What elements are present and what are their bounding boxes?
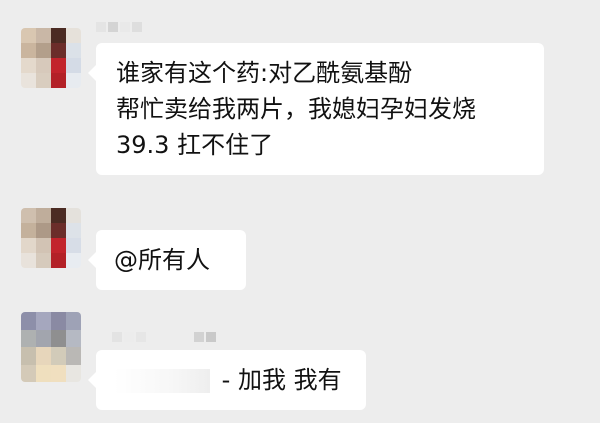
message-line: 39.3 扛不住了 xyxy=(116,131,274,159)
avatar[interactable] xyxy=(21,28,81,88)
message-line: @所有人 xyxy=(114,246,210,274)
sender-name-mask xyxy=(112,330,216,344)
avatar[interactable] xyxy=(21,208,81,268)
mention-prefix: - xyxy=(221,366,231,394)
message-bubble[interactable]: @所有人 xyxy=(88,230,246,290)
mention-name-mask xyxy=(114,369,210,393)
chat-transcript: 谁家有这个药:对乙酰氨基酚 帮忙卖给我两片，我媳妇孕妇发烧 39.3 扛不住了 xyxy=(0,0,600,423)
message-text: 加我 我有 xyxy=(237,366,342,394)
message-bubble[interactable]: - 加我 我有 xyxy=(88,350,366,410)
sender-name-mask xyxy=(96,20,142,34)
avatar[interactable] xyxy=(21,312,81,382)
message-line: 谁家有这个药:对乙酰氨基酚 xyxy=(116,59,413,87)
message-line: 帮忙卖给我两片，我媳妇孕妇发烧 xyxy=(116,95,476,123)
message-bubble[interactable]: 谁家有这个药:对乙酰氨基酚 帮忙卖给我两片，我媳妇孕妇发烧 39.3 扛不住了 xyxy=(88,43,544,175)
message-line: - 加我 我有 xyxy=(114,362,348,398)
